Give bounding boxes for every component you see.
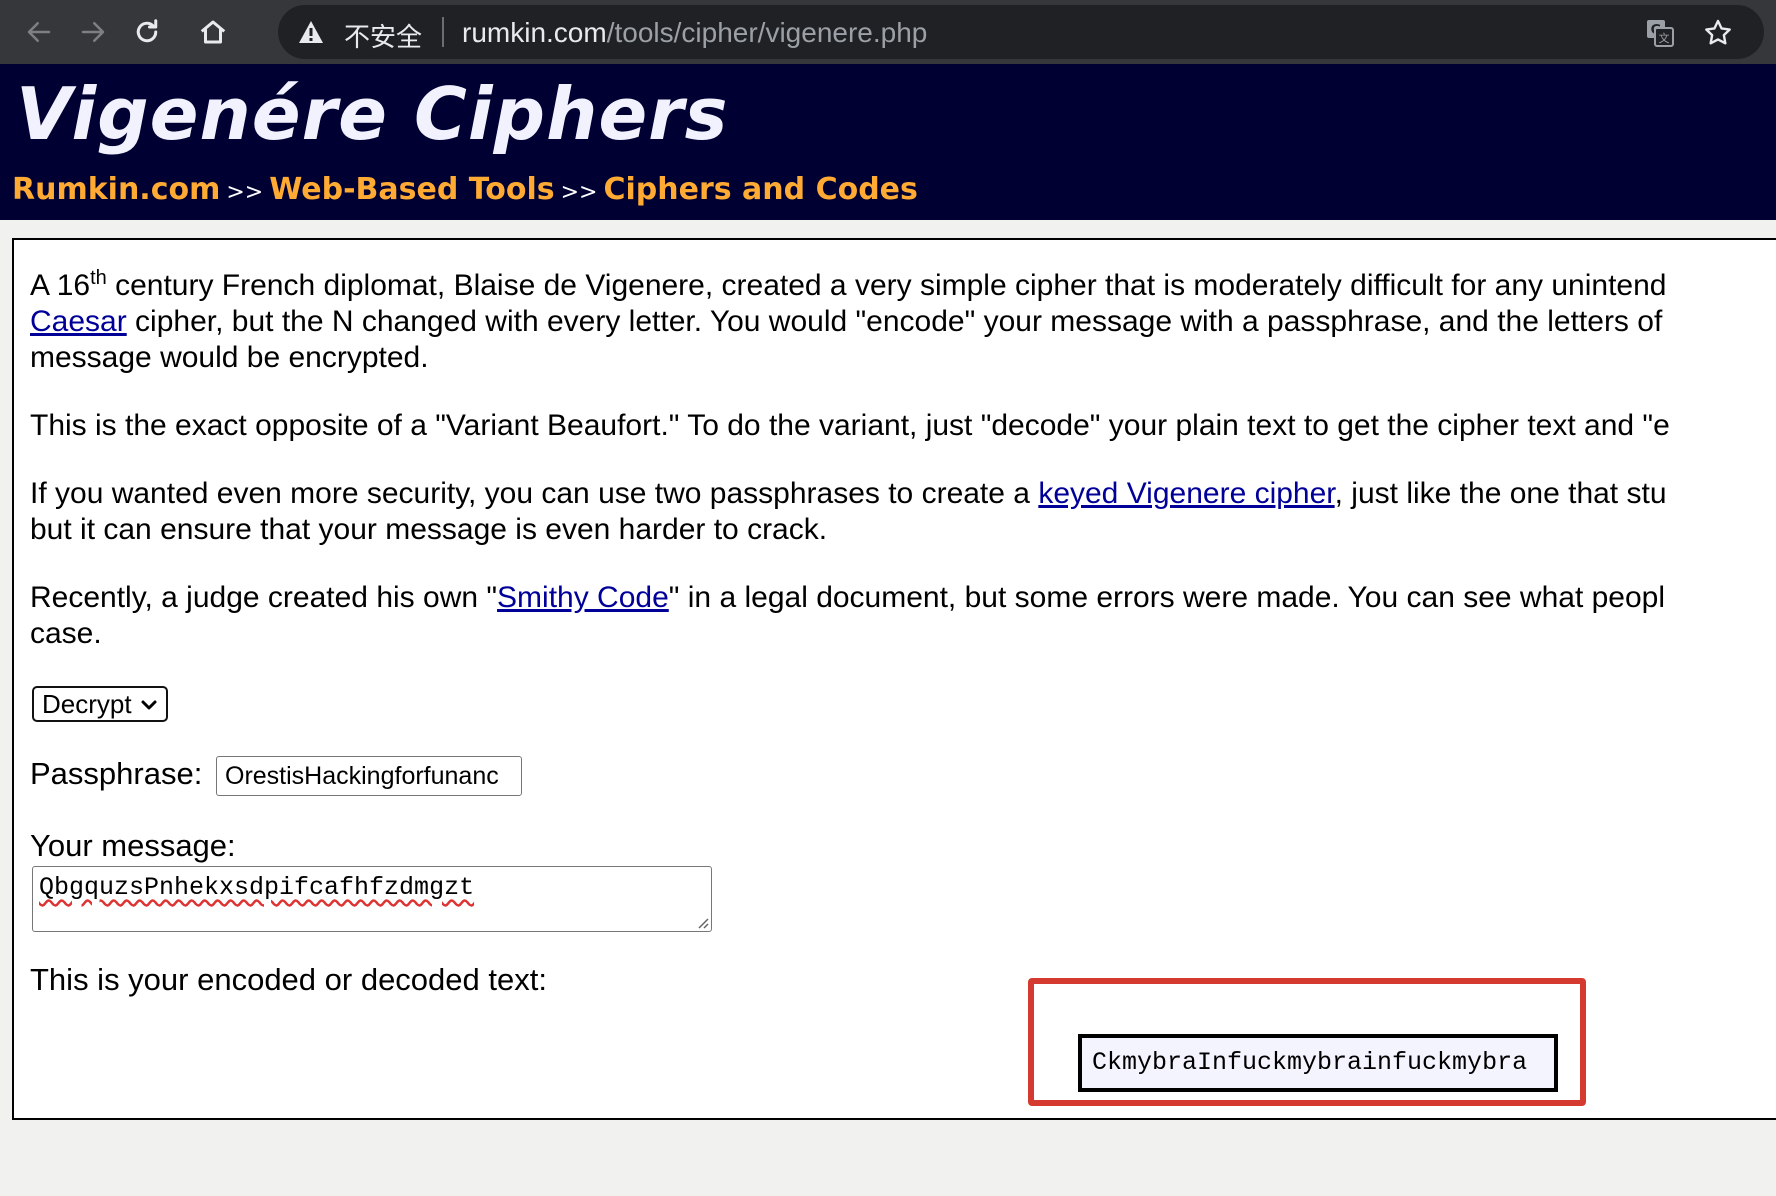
- intro-paragraph-4: Recently, a judge created his own "Smith…: [30, 580, 1776, 652]
- warning-icon[interactable]: [298, 20, 324, 44]
- passphrase-input[interactable]: OrestisHackingforfunanc: [216, 756, 522, 796]
- forward-button[interactable]: [70, 9, 116, 55]
- home-button[interactable]: [190, 9, 236, 55]
- smithy-code-link[interactable]: Smithy Code: [497, 581, 669, 614]
- address-separator: [442, 17, 444, 47]
- text: message would be encrypted.: [30, 341, 429, 374]
- intro-paragraph-3: If you wanted even more security, you ca…: [30, 476, 1776, 548]
- reload-button[interactable]: [124, 9, 170, 55]
- message-textarea[interactable]: QbgquzsPnhekxsdpifcafhfzdmgzt: [32, 866, 712, 932]
- breadcrumb-separator: >>: [560, 180, 598, 205]
- address-bar[interactable]: 不安全 rumkin.com/tools/cipher/vigenere.php…: [278, 5, 1764, 59]
- passphrase-label: Passphrase:: [30, 756, 203, 791]
- text: but it can ensure that your message is e…: [30, 513, 828, 546]
- site-header: Vigenére Ciphers Rumkin.com >> Web-Based T…: [0, 64, 1776, 220]
- breadcrumb-home-link[interactable]: Rumkin.com: [12, 172, 220, 207]
- text: Recently, a judge created his own ": [30, 581, 498, 614]
- reload-icon: [136, 19, 158, 43]
- breadcrumb: Rumkin.com >> Web-Based Tools >> Ciphers and…: [12, 172, 918, 207]
- text: cipher, but the N changed with every let…: [126, 305, 1663, 338]
- caesar-link[interactable]: Caesar: [30, 305, 127, 338]
- breadcrumb-separator: >>: [226, 180, 264, 205]
- page-title: Vigenére Ciphers: [16, 72, 729, 156]
- message-label: Your message:: [30, 828, 236, 863]
- home-icon: [200, 20, 226, 44]
- bookmark-star-icon[interactable]: [1702, 17, 1734, 49]
- keyed-vigenere-link[interactable]: keyed Vigenere cipher: [1038, 477, 1334, 510]
- intro-text: A 16th century French diplomat, Blaise d…: [30, 268, 1776, 684]
- mode-select-value: Decrypt: [42, 688, 132, 719]
- chevron-down-icon: [141, 700, 157, 710]
- text: case.: [30, 617, 102, 650]
- text: " in a legal document, but some errors w…: [668, 581, 1666, 614]
- breadcrumb-tools-link[interactable]: Web-Based Tools: [269, 172, 554, 207]
- breadcrumb-ciphers-link[interactable]: Ciphers and Codes: [603, 172, 917, 207]
- url-path: /tools/cipher/vigenere.php: [606, 17, 928, 48]
- intro-paragraph-1: A 16th century French diplomat, Blaise d…: [30, 268, 1776, 376]
- mode-select[interactable]: Decrypt: [32, 686, 168, 722]
- translate-icon[interactable]: G 文: [1644, 17, 1676, 49]
- intro-paragraph-2: This is the exact opposite of a "Variant…: [30, 409, 1670, 442]
- text: century French diplomat, Blaise de Vigen…: [106, 269, 1667, 302]
- arrow-right-icon: [81, 22, 105, 42]
- arrow-left-icon: [27, 22, 51, 42]
- browser-toolbar: 不安全 rumkin.com/tools/cipher/vigenere.php…: [0, 0, 1776, 64]
- url-host: rumkin.com: [462, 17, 607, 48]
- resize-handle-icon[interactable]: [695, 915, 709, 929]
- security-status[interactable]: 不安全: [344, 17, 422, 54]
- superscript: th: [90, 267, 107, 289]
- text: A 16: [30, 269, 91, 302]
- text: If you wanted even more security, you ca…: [30, 477, 1039, 510]
- message-text: QbgquzsPnhekxsdpifcafhfzdmgzt: [39, 873, 475, 902]
- svg-text:文: 文: [1659, 31, 1670, 45]
- result-label: This is your encoded or decoded text:: [30, 962, 547, 997]
- main-content: A 16th century French diplomat, Blaise d…: [12, 238, 1776, 1120]
- url-text[interactable]: rumkin.com/tools/cipher/vigenere.php: [462, 17, 927, 49]
- result-output: CkmybraInfuckmybrainfuckmybra: [1078, 1034, 1558, 1092]
- back-button[interactable]: [16, 9, 62, 55]
- text: , just like the one that stu: [1334, 477, 1667, 510]
